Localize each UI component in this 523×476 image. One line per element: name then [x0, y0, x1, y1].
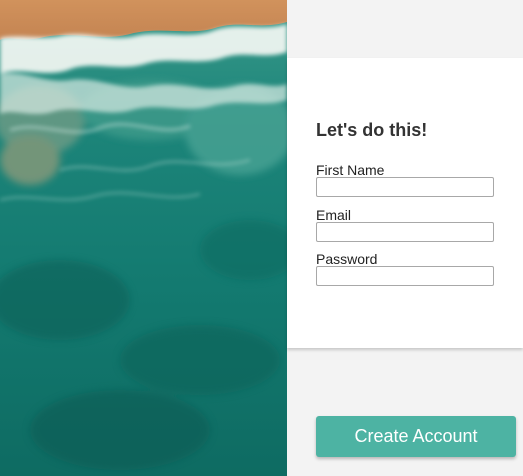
password-input[interactable] [316, 266, 494, 286]
create-account-button[interactable]: Create Account [316, 416, 516, 457]
signup-page: Let's do this! First Name Email Password… [0, 0, 523, 476]
aerial-beach-photo [0, 0, 287, 476]
first-name-label: First Name [316, 162, 385, 178]
hero-image [0, 0, 287, 476]
signup-card: Let's do this! First Name Email Password [287, 58, 523, 348]
first-name-input[interactable] [316, 177, 494, 197]
email-label: Email [316, 207, 352, 223]
email-input[interactable] [316, 222, 494, 242]
page-title: Let's do this! [316, 120, 428, 140]
password-label: Password [316, 251, 378, 267]
